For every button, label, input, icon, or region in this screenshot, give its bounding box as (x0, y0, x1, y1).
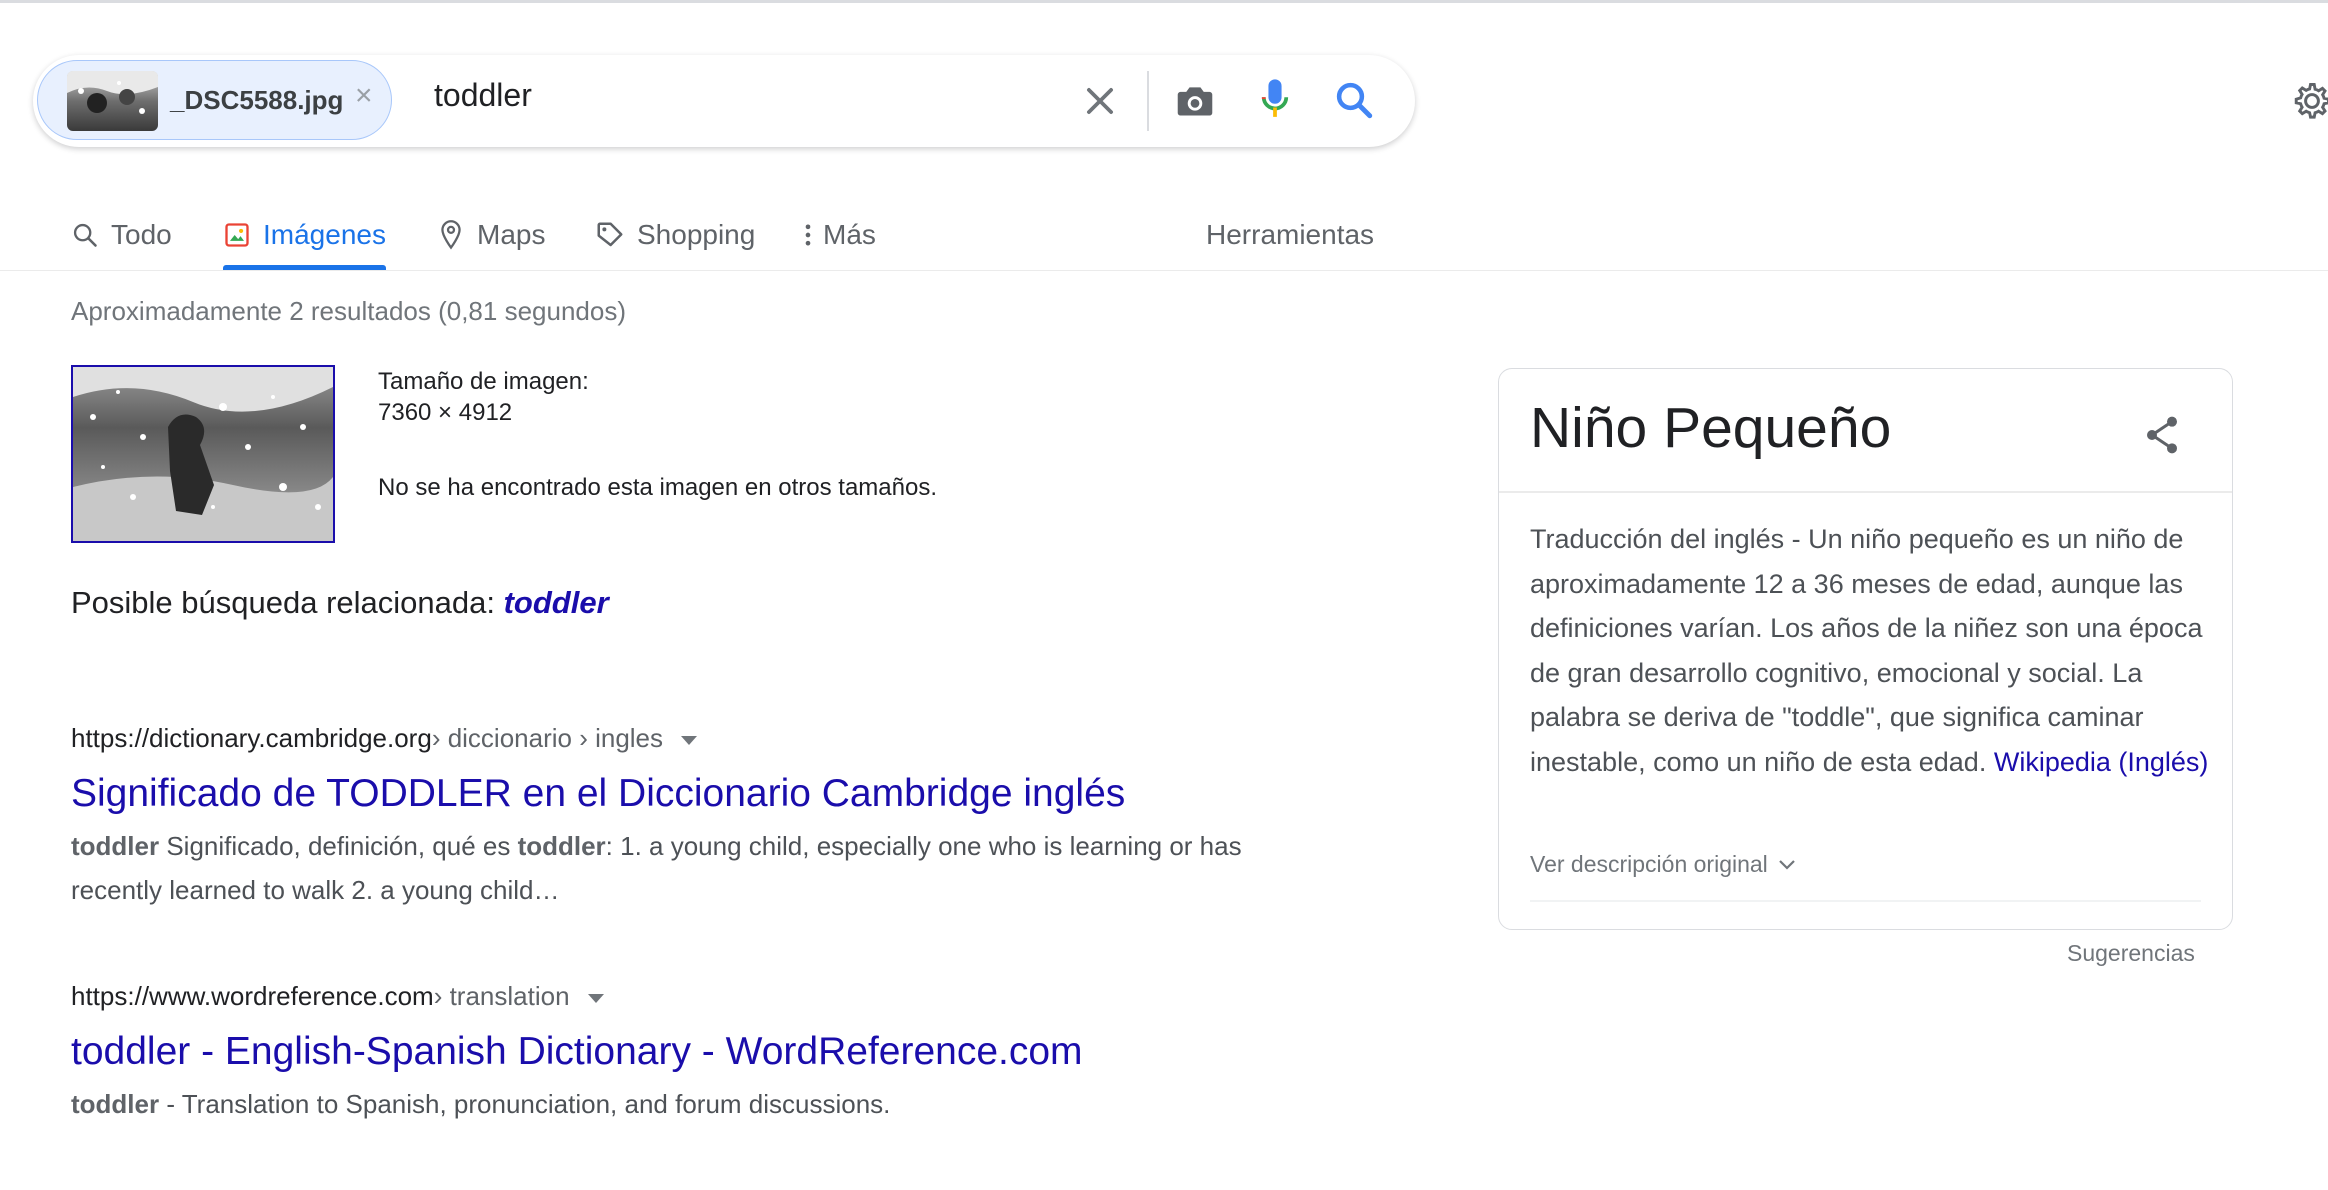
settings-gear-icon[interactable] (2290, 79, 2328, 128)
search-result: https://dictionary.cambridge.org › dicci… (71, 723, 1261, 912)
search-tabs: Todo Imágenes Maps Shopping Más Herramie… (0, 200, 2328, 271)
result-snippet: toddler Significado, definición, qué es … (71, 824, 1261, 912)
result-breadcrumb: › translation (433, 981, 570, 1011)
tab-label: Más (823, 219, 876, 250)
result-domain: https://dictionary.cambridge.org (71, 723, 432, 753)
image-size-label: Tamaño de imagen: (378, 368, 589, 395)
image-search-chip[interactable]: _DSC5588.jpg × (37, 60, 392, 140)
related-search-link[interactable]: toddler (504, 585, 609, 620)
search-result: https://www.wordreference.com › translat… (71, 981, 1261, 1126)
tab-imagenes[interactable]: Imágenes (223, 200, 386, 270)
result-breadcrumb: › diccionario › ingles (431, 723, 664, 753)
knowledge-panel-description: Traducción del inglés - Un niño pequeño … (1530, 517, 2210, 784)
clear-search-icon[interactable] (1081, 82, 1119, 120)
panel-divider (1499, 491, 2232, 493)
snippet-keyword: toddler (517, 831, 606, 861)
chip-image-thumbnail (67, 71, 158, 131)
search-icon (73, 223, 97, 247)
search-separator (1147, 71, 1149, 131)
result-menu-caret-icon[interactable] (587, 994, 604, 1003)
related-search: Posible búsqueda relacionada: toddler (71, 585, 609, 621)
tab-label: Todo (111, 219, 172, 250)
result-domain: https://www.wordreference.com (71, 981, 434, 1011)
snippet-text: - Translation to Spanish, pronunciation,… (159, 1089, 891, 1119)
result-snippet: toddler - Translation to Spanish, pronun… (71, 1082, 1261, 1126)
image-size-value: 7360 × 4912 (378, 399, 513, 426)
result-stats: Aproximadamente 2 resultados (0,81 segun… (71, 296, 626, 326)
snippet-text: Significado, definición, qué es (159, 831, 518, 861)
show-original-toggle[interactable]: Ver descripción original (1530, 851, 1796, 878)
tag-icon (597, 222, 623, 247)
tools-button[interactable]: Herramientas (1206, 200, 1374, 270)
snippet-keyword: toddler (71, 831, 160, 861)
chip-filename: _DSC5588.jpg (170, 85, 344, 115)
share-icon[interactable] (2142, 413, 2182, 462)
microphone-icon[interactable] (1260, 77, 1290, 128)
tab-label: Shopping (637, 219, 756, 250)
wikipedia-link[interactable]: Wikipedia (Inglés) (1994, 747, 2209, 777)
result-menu-caret-icon[interactable] (681, 736, 698, 745)
top-divider (0, 0, 2328, 3)
result-url[interactable]: https://www.wordreference.com › translat… (71, 981, 1261, 1012)
more-vert-icon (805, 224, 811, 246)
show-original-label: Ver descripción original (1530, 851, 1768, 877)
knowledge-panel-title: Niño Pequeño (1530, 396, 1892, 460)
search-input[interactable] (434, 77, 994, 114)
result-title-link[interactable]: toddler - English-Spanish Dictionary - W… (71, 1029, 1261, 1075)
search-icon[interactable] (1333, 79, 1375, 126)
feedback-link[interactable]: Sugerencias (2067, 940, 2195, 967)
related-search-prefix: Posible búsqueda relacionada: (71, 585, 495, 620)
tab-shopping[interactable]: Shopping (595, 200, 755, 270)
map-pin-icon (441, 220, 461, 250)
panel-divider (1530, 900, 2201, 902)
search-bar[interactable]: _DSC5588.jpg × (33, 55, 1415, 147)
result-title-link[interactable]: Significado de TODDLER en el Diccionario… (71, 771, 1261, 817)
tab-todo[interactable]: Todo (71, 200, 172, 270)
tab-mas[interactable]: Más (803, 200, 876, 270)
chip-remove-icon[interactable]: × (355, 79, 373, 113)
tab-label: Imágenes (263, 219, 386, 250)
no-other-sizes-text: No se ha encontrado esta imagen en otros… (378, 474, 938, 501)
result-url[interactable]: https://dictionary.cambridge.org › dicci… (71, 723, 1261, 754)
description-text: Traducción del inglés - Un niño pequeño … (1530, 524, 2203, 777)
images-icon (225, 223, 249, 247)
tab-label: Maps (477, 219, 546, 250)
tab-label: Herramientas (1206, 219, 1375, 250)
tab-maps[interactable]: Maps (437, 200, 545, 270)
camera-icon[interactable] (1173, 81, 1217, 126)
knowledge-panel: Niño Pequeño Traducción del inglés - Un … (1498, 368, 2233, 930)
query-image-thumbnail[interactable] (71, 365, 335, 543)
chevron-down-icon (1779, 859, 1795, 870)
snippet-keyword: toddler (71, 1089, 160, 1119)
